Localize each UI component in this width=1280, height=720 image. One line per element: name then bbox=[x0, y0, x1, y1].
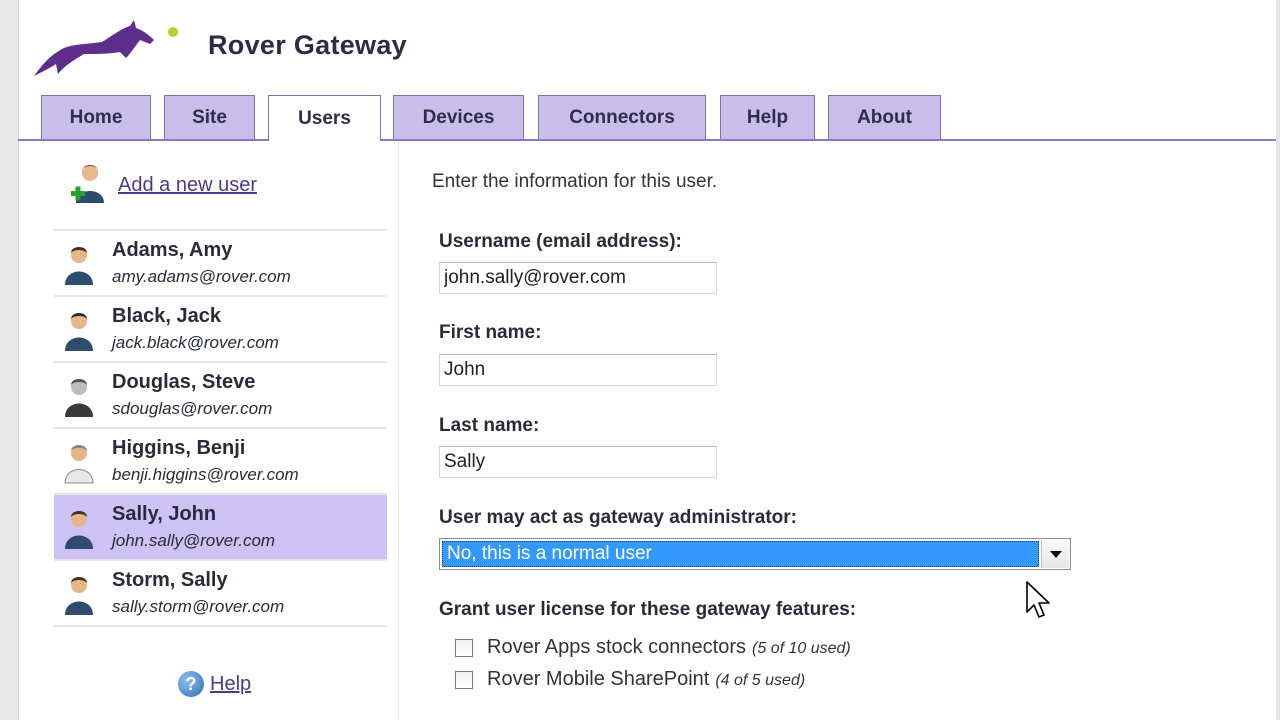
user-icon bbox=[65, 313, 93, 351]
user-name: Sally, John bbox=[112, 503, 217, 525]
form-intro: Enter the information for this user. bbox=[432, 171, 718, 192]
license-option: Rover Mobile SharePoint (4 of 5 used) bbox=[455, 668, 805, 691]
tab-help[interactable]: Help bbox=[720, 95, 815, 139]
tab-about[interactable]: About bbox=[828, 95, 941, 139]
user-email: sdouglas@rover.com bbox=[112, 399, 273, 418]
lastname-field[interactable] bbox=[439, 446, 717, 478]
user-sidebar: Add a new user Adams, Amy amy.adams@rove… bbox=[18, 141, 399, 720]
add-user-link[interactable]: Add a new user bbox=[118, 174, 257, 197]
main-tabs: Home Site Users Devices Connectors Help … bbox=[18, 95, 1276, 141]
user-email: john.sally@rover.com bbox=[112, 531, 276, 550]
license-option-label: Rover Mobile SharePoint bbox=[487, 668, 710, 690]
user-email: sally.storm@rover.com bbox=[112, 597, 285, 616]
firstname-label: First name: bbox=[439, 322, 542, 343]
user-name: Higgins, Benji bbox=[112, 437, 246, 459]
license-usage-note: (5 of 10 used) bbox=[752, 640, 851, 657]
header: Rover Gateway bbox=[18, 0, 1276, 96]
user-row[interactable]: Higgins, Benji benji.higgins@rover.com bbox=[54, 429, 387, 495]
tab-site[interactable]: Site bbox=[164, 95, 255, 139]
user-icon bbox=[65, 247, 93, 285]
license-usage-note: (4 of 5 used) bbox=[715, 672, 806, 689]
user-icon bbox=[65, 379, 93, 417]
tab-home[interactable]: Home bbox=[41, 95, 151, 139]
admin-select[interactable]: No, this is a normal user bbox=[439, 538, 1071, 570]
rover-dog-logo bbox=[34, 20, 178, 76]
license-checkbox[interactable] bbox=[455, 638, 473, 657]
user-name: Adams, Amy bbox=[112, 239, 233, 261]
username-label: Username (email address): bbox=[439, 231, 682, 252]
add-user-icon[interactable] bbox=[68, 163, 106, 207]
license-option: Rover Apps stock connectors (5 of 10 use… bbox=[455, 636, 851, 659]
admin-select-value: No, this is a normal user bbox=[442, 541, 1039, 567]
user-name: Storm, Sally bbox=[112, 569, 228, 591]
help-icon[interactable]: ? bbox=[178, 671, 204, 697]
firstname-field[interactable] bbox=[439, 354, 717, 386]
license-label: Grant user license for these gateway fea… bbox=[439, 599, 857, 620]
user-name: Black, Jack bbox=[112, 305, 221, 327]
lastname-label: Last name: bbox=[439, 415, 540, 436]
admin-label: User may act as gateway administrator: bbox=[439, 507, 797, 528]
user-row-selected[interactable]: Sally, John john.sally@rover.com bbox=[54, 495, 387, 561]
user-form: Enter the information for this user. Use… bbox=[400, 141, 1276, 720]
user-email: jack.black@rover.com bbox=[112, 333, 279, 352]
mouse-pointer-icon bbox=[1026, 581, 1050, 618]
help-link[interactable]: Help bbox=[210, 673, 251, 696]
tab-connectors[interactable]: Connectors bbox=[538, 95, 706, 139]
add-user-action[interactable]: Add a new user bbox=[68, 163, 257, 207]
user-row[interactable]: Storm, Sally sally.storm@rover.com bbox=[54, 561, 387, 627]
user-icon bbox=[65, 577, 93, 615]
window-frame-right bbox=[1276, 0, 1280, 720]
license-checkbox[interactable] bbox=[455, 670, 473, 689]
user-row[interactable]: Douglas, Steve sdouglas@rover.com bbox=[54, 363, 387, 429]
user-email: amy.adams@rover.com bbox=[112, 267, 291, 286]
chevron-down-icon[interactable] bbox=[1041, 540, 1069, 568]
sidebar-help[interactable]: ? Help bbox=[178, 671, 251, 697]
license-option-label: Rover Apps stock connectors bbox=[487, 636, 747, 658]
user-icon bbox=[64, 445, 94, 484]
app-title: Rover Gateway bbox=[208, 30, 407, 60]
user-row[interactable]: Black, Jack jack.black@rover.com bbox=[54, 297, 387, 363]
user-email: benji.higgins@rover.com bbox=[112, 465, 299, 484]
username-field[interactable] bbox=[439, 262, 717, 294]
user-row[interactable]: Adams, Amy amy.adams@rover.com bbox=[54, 229, 387, 297]
user-name: Douglas, Steve bbox=[112, 371, 256, 393]
tab-users[interactable]: Users bbox=[268, 95, 381, 141]
user-list: Adams, Amy amy.adams@rover.com Black, Ja… bbox=[54, 229, 387, 627]
window-frame-left bbox=[0, 0, 19, 720]
user-icon bbox=[65, 511, 93, 549]
tab-devices[interactable]: Devices bbox=[393, 95, 524, 139]
